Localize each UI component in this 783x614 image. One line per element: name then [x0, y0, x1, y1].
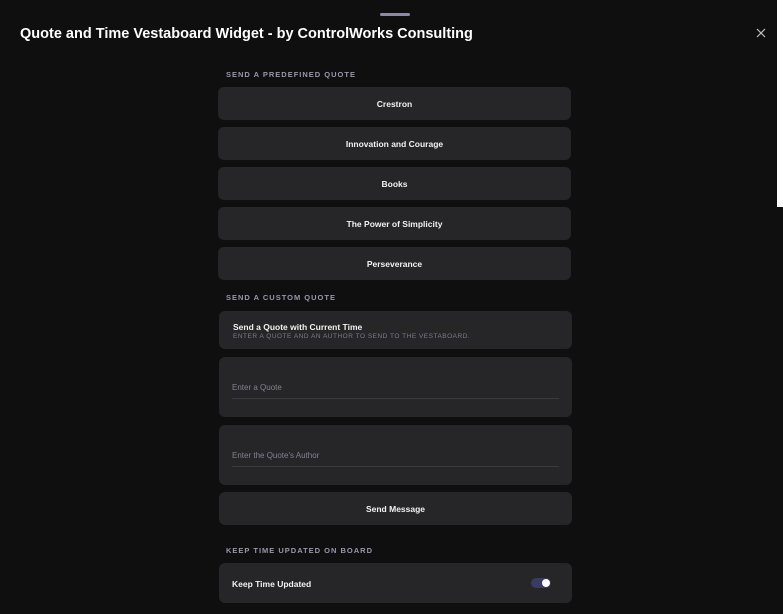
sheet-edge [777, 207, 783, 614]
send-message-button[interactable]: Send Message [219, 492, 572, 525]
quote-button-power-of-simplicity[interactable]: The Power of Simplicity [218, 207, 571, 240]
keep-time-updated-toggle[interactable] [531, 578, 551, 588]
time-section-label: KEEP TIME UPDATED ON BOARD [226, 546, 373, 555]
keep-time-updated-label: Keep Time Updated [232, 579, 312, 589]
custom-quote-card: Send a Quote with Current Time ENTER A Q… [219, 311, 572, 349]
drag-handle[interactable] [380, 13, 410, 16]
custom-quote-card-title: Send a Quote with Current Time [233, 322, 363, 332]
quote-field [219, 357, 572, 417]
quote-button-books[interactable]: Books [218, 167, 571, 200]
custom-quote-card-subtitle: ENTER A QUOTE AND AN AUTHOR TO SEND TO T… [233, 333, 471, 340]
quote-button-crestron[interactable]: Crestron [218, 87, 571, 120]
toggle-knob [542, 579, 550, 587]
keep-time-updated-card: Keep Time Updated [219, 563, 572, 603]
page-title: Quote and Time Vestaboard Widget - by Co… [20, 26, 473, 42]
page: Quote and Time Vestaboard Widget - by Co… [0, 0, 783, 614]
custom-section-label: SEND A CUSTOM QUOTE [226, 293, 336, 302]
quote-button-perseverance[interactable]: Perseverance [218, 247, 571, 280]
predefined-section-label: SEND A PREDEFINED QUOTE [226, 70, 356, 79]
quote-button-innovation-and-courage[interactable]: Innovation and Courage [218, 127, 571, 160]
author-input[interactable] [232, 451, 559, 467]
close-icon[interactable] [752, 24, 770, 42]
author-field [219, 425, 572, 485]
quote-input[interactable] [232, 383, 559, 399]
